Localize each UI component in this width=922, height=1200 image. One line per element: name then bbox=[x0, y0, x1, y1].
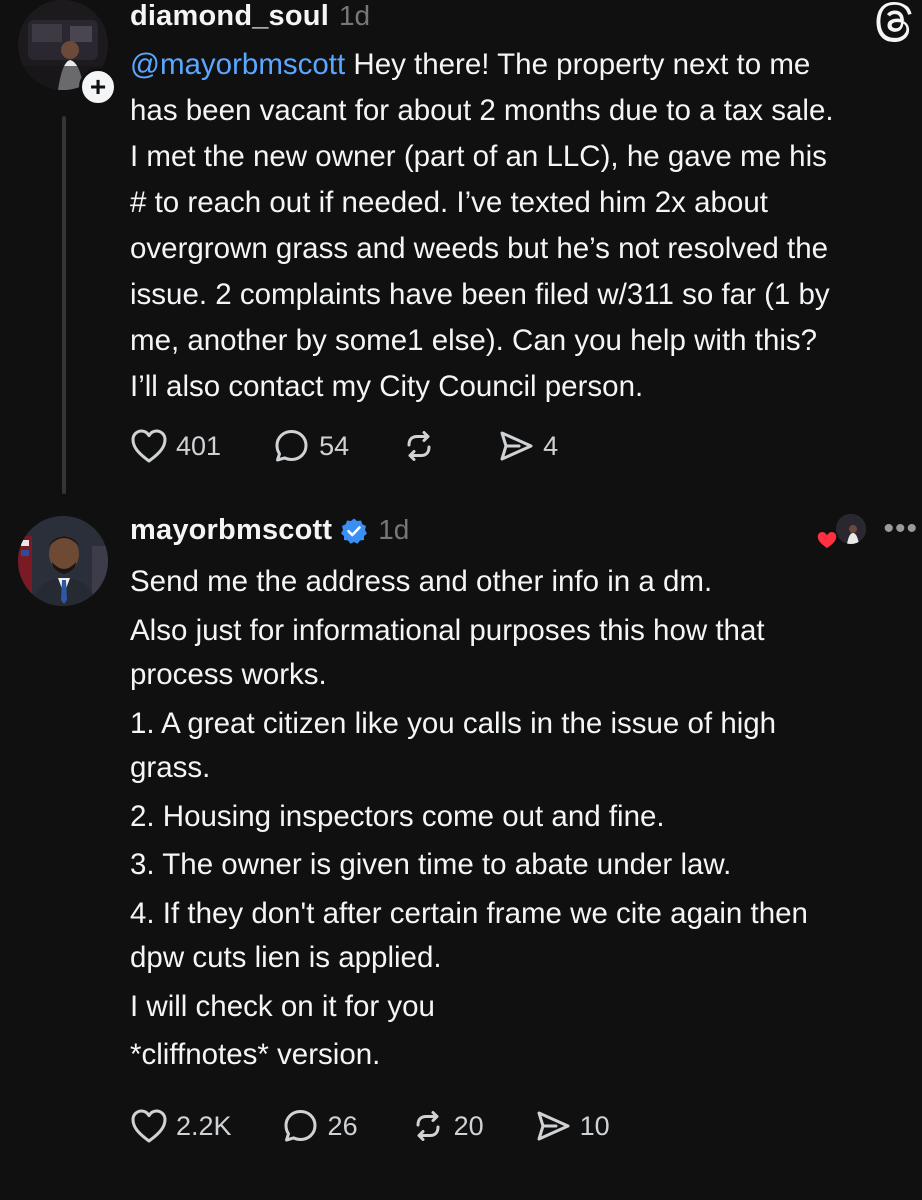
repost-button[interactable]: 20 bbox=[410, 1108, 484, 1144]
repost-icon bbox=[407, 431, 431, 461]
liked-avatar-image bbox=[836, 514, 866, 544]
follow-plus-button[interactable]: + bbox=[79, 68, 117, 106]
action-bar: 401 54 4 bbox=[130, 428, 558, 464]
like-count: 401 bbox=[176, 430, 222, 461]
post-line: issue. 2 complaints have been filed w/31… bbox=[130, 278, 830, 311]
repost-count: 20 bbox=[453, 1110, 484, 1141]
post-line: I’ll also contact my City Council person… bbox=[130, 370, 644, 403]
post-line: 3. The owner is given time to abate unde… bbox=[130, 848, 732, 881]
post-line: I met the new owner (part of an LLC), he… bbox=[130, 140, 827, 173]
verified-badge-icon bbox=[341, 518, 368, 544]
post-line: Send me the address and other info in a … bbox=[130, 565, 713, 598]
reply-count: 54 bbox=[319, 430, 350, 461]
username[interactable]: diamond_soul bbox=[130, 0, 329, 33]
post-body: Send me the address and other info in a … bbox=[130, 558, 920, 1080]
more-dots-icon[interactable]: ••• bbox=[883, 512, 918, 546]
send-icon bbox=[537, 1111, 570, 1141]
post-diamond-soul: + diamond_soul 1d @mayorbmscott Hey ther… bbox=[0, 0, 922, 500]
post-line: process works. bbox=[130, 658, 327, 691]
liked-by-avatar[interactable] bbox=[834, 512, 868, 546]
share-button[interactable]: 4 bbox=[497, 428, 558, 464]
post-line: 2. Housing inspectors come out and fine. bbox=[130, 799, 665, 833]
reply-button[interactable]: 26 bbox=[282, 1108, 358, 1144]
post-line: me, another by some1 else). Can you help… bbox=[130, 324, 818, 357]
post-line: overgrown grass and weeds but he’s not r… bbox=[130, 232, 829, 265]
share-count: 10 bbox=[579, 1110, 610, 1141]
reply-count: 26 bbox=[327, 1110, 358, 1141]
speech-bubble-icon bbox=[275, 430, 308, 462]
post-line: grass. bbox=[130, 751, 211, 784]
post-body: @mayorbmscott Hey there! The property ne… bbox=[130, 42, 920, 410]
post-line: @mayorbmscott Hey there! The property ne… bbox=[130, 48, 811, 81]
like-count: 2.2K bbox=[176, 1110, 232, 1141]
avatar-image bbox=[18, 516, 108, 606]
reply-button[interactable]: 54 bbox=[273, 428, 349, 464]
repost-button[interactable] bbox=[401, 428, 445, 464]
post-line: # to reach out if needed. I’ve texted hi… bbox=[130, 186, 768, 219]
repost-icon bbox=[416, 1111, 440, 1141]
mention-link[interactable]: @mayorbmscott bbox=[130, 48, 345, 81]
action-bar: 2.2K 26 20 10 bbox=[130, 1108, 610, 1144]
post-line: dpw cuts lien is applied. bbox=[130, 941, 442, 974]
post-mayorbmscott: mayorbmscott 1d ••• Send me the address … bbox=[0, 510, 922, 1200]
like-button[interactable]: 401 bbox=[130, 428, 221, 464]
timestamp: 1d bbox=[378, 514, 410, 545]
post-line: 1. A great citizen like you calls in the… bbox=[130, 706, 777, 740]
heart-icon bbox=[131, 1109, 167, 1143]
post-line: has been vacant for about 2 months due t… bbox=[130, 94, 834, 127]
thread-line bbox=[62, 116, 66, 494]
post-header: mayorbmscott 1d bbox=[130, 514, 409, 547]
avatar-mayorbmscott[interactable] bbox=[18, 516, 108, 606]
liked-heart-icon bbox=[816, 530, 838, 550]
heart-icon bbox=[131, 429, 167, 463]
like-button[interactable]: 2.2K bbox=[130, 1108, 232, 1144]
post-line: I will check on it for you bbox=[130, 989, 435, 1023]
send-icon bbox=[500, 431, 533, 461]
post-line: Also just for informational purposes thi… bbox=[130, 613, 765, 647]
username[interactable]: mayorbmscott bbox=[130, 514, 332, 547]
speech-bubble-icon bbox=[284, 1110, 317, 1142]
timestamp: 1d bbox=[338, 0, 371, 31]
threads-logo-icon[interactable] bbox=[874, 0, 918, 44]
post-line: 4. If they don't after certain frame we … bbox=[130, 896, 808, 930]
share-count: 4 bbox=[543, 430, 559, 461]
share-button[interactable]: 10 bbox=[534, 1108, 610, 1144]
post-header: diamond_soul 1d bbox=[130, 0, 370, 33]
post-line: *cliffnotes* version. bbox=[130, 1038, 381, 1071]
